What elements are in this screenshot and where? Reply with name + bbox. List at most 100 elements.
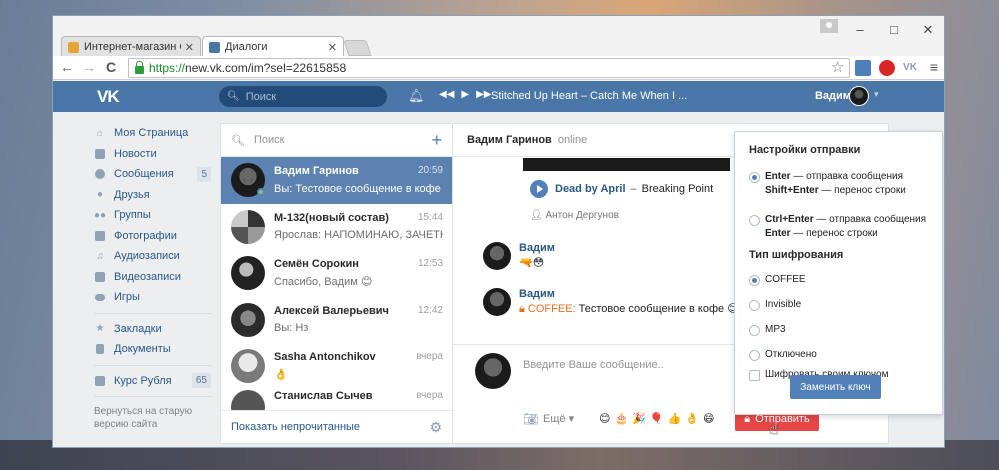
tab-chrome-store[interactable]: Интернет-магазин Chrome ✕ bbox=[61, 36, 201, 57]
sidebar-item-bookmarks[interactable]: ★ Закладки bbox=[94, 319, 211, 340]
sidebar-item-label: Курс Рубля bbox=[114, 374, 172, 387]
emoji-smile-icon[interactable]: 😊 bbox=[599, 412, 610, 425]
message-sender[interactable]: Вадим bbox=[519, 288, 739, 300]
notifications-bell-icon[interactable]: 🔔︎ bbox=[408, 88, 425, 104]
dialog-name: Станислав Сычев bbox=[274, 389, 373, 402]
sidebar-item-games[interactable]: Игры bbox=[94, 287, 211, 308]
option-text: — отправка сообщения bbox=[790, 171, 903, 182]
reload-button[interactable]: C bbox=[103, 59, 119, 75]
previous-track-icon[interactable]: ◀◀ bbox=[439, 89, 454, 100]
header-user-name[interactable]: Вадим bbox=[815, 90, 851, 102]
cipher-option-invisible[interactable]: Invisible bbox=[749, 298, 928, 312]
radio-unselected[interactable] bbox=[749, 325, 760, 336]
browser-window: Интернет-магазин Chrome ✕ Диалоги ✕ – □ … bbox=[52, 15, 945, 448]
emoji-cake-icon[interactable]: 🎂 bbox=[614, 412, 628, 425]
camera-icon bbox=[94, 230, 106, 242]
tab-label: Интернет-магазин Chrome bbox=[84, 41, 181, 53]
audio-author[interactable]: 👤︎ Антон Дергунов bbox=[530, 210, 619, 221]
send-option-enter[interactable]: Enter — отправка сообщения Shift+Enter —… bbox=[749, 170, 928, 198]
cipher-option-disabled[interactable]: Отключено bbox=[749, 348, 928, 362]
radio-selected[interactable] bbox=[749, 275, 760, 286]
sidebar-item-video[interactable]: Видеозаписи bbox=[94, 267, 211, 288]
sidebar-item-photos[interactable]: Фотографии bbox=[94, 226, 211, 247]
radio-selected[interactable] bbox=[749, 172, 760, 183]
avatar[interactable] bbox=[483, 242, 511, 270]
more-attachments-button[interactable]: Ещё ▾ bbox=[543, 412, 574, 425]
audio-title: Breaking Point bbox=[641, 183, 714, 195]
address-bar[interactable]: https:// new.vk.com/im?sel=22615858 bbox=[128, 58, 850, 78]
dialog-item[interactable]: Семён Сорокин 12:53 Спасибо, Вадим 😊 bbox=[221, 250, 452, 297]
profile-icon[interactable] bbox=[820, 19, 838, 33]
maximize-button[interactable]: □ bbox=[884, 22, 904, 37]
play-button-icon[interactable] bbox=[530, 180, 548, 198]
new-dialog-plus-icon[interactable]: + bbox=[431, 130, 442, 151]
url-scheme: https:// bbox=[149, 61, 186, 75]
dialog-item[interactable]: Алексей Валерьевич 12:42 Вы: Нз bbox=[221, 297, 452, 344]
extension-photo-icon[interactable] bbox=[855, 60, 871, 76]
dialog-preview: 👌 bbox=[274, 369, 288, 382]
emoji-balloon-icon[interactable]: 🎈 bbox=[650, 412, 664, 425]
avatar[interactable] bbox=[483, 288, 511, 316]
dialogs-search[interactable]: 🔍︎ Поиск + bbox=[221, 124, 452, 157]
radio-unselected[interactable] bbox=[749, 215, 760, 226]
cipher-option-coffee[interactable]: COFFEE bbox=[749, 273, 928, 287]
document-icon bbox=[94, 343, 106, 355]
audio-attachment[interactable]: Dead by April – Breaking Point bbox=[530, 180, 713, 198]
show-unread-link[interactable]: Показать непрочитанные bbox=[231, 421, 360, 433]
messages-icon bbox=[94, 168, 106, 180]
tab-label: Диалоги bbox=[225, 41, 268, 53]
close-window-button[interactable]: ✕ bbox=[918, 22, 938, 38]
dialog-item[interactable]: Станислав Сычев вчера bbox=[221, 389, 452, 410]
close-tab-icon[interactable]: ✕ bbox=[185, 41, 194, 54]
message-input[interactable]: Введите Ваше сообщение.. bbox=[519, 347, 744, 395]
adblock-icon[interactable] bbox=[879, 60, 895, 76]
send-option-ctrl-enter[interactable]: Ctrl+Enter — отправка сообщения Enter — … bbox=[749, 213, 928, 241]
sidebar-item-ruble-rate[interactable]: Курс Рубля 65 bbox=[94, 371, 211, 392]
own-key-checkbox[interactable] bbox=[749, 370, 760, 381]
minimize-button[interactable]: – bbox=[850, 22, 870, 37]
camera-icon[interactable]: 📷︎ bbox=[523, 412, 538, 426]
emoji-party-icon[interactable]: 🎉 bbox=[632, 412, 646, 425]
vk-logo[interactable]: VK bbox=[97, 87, 120, 107]
chevron-down-icon[interactable]: ▾ bbox=[874, 89, 879, 100]
audio-player-controls: ◀◀ ▶ ▶▶ bbox=[439, 89, 491, 100]
play-icon[interactable]: ▶ bbox=[461, 89, 469, 100]
dialog-item[interactable]: Вадим Гаринов 20:59 Вы: Тестовое сообщени… bbox=[221, 157, 452, 204]
audio-artist[interactable]: Dead by April bbox=[555, 183, 626, 195]
sidebar-item-documents[interactable]: Документы bbox=[94, 339, 211, 360]
close-tab-icon[interactable]: ✕ bbox=[328, 41, 337, 54]
old-version-link[interactable]: Вернуться на старую версию сайта bbox=[94, 405, 211, 431]
dialog-item[interactable]: Sasha Antonchikov вчера 👌 bbox=[221, 343, 452, 390]
menu-icon[interactable]: ≡ bbox=[926, 60, 942, 76]
new-tab-button[interactable] bbox=[343, 40, 372, 56]
music-icon: ♫ bbox=[96, 250, 104, 262]
emoji-thumbs-up-icon[interactable]: 👍 bbox=[668, 412, 682, 425]
search-icon: 🔍︎ bbox=[227, 91, 240, 102]
forward-button[interactable]: → bbox=[81, 59, 97, 75]
emoji-grin-icon[interactable]: 😄 bbox=[703, 412, 714, 425]
sidebar-item-news[interactable]: Новости bbox=[94, 144, 211, 165]
tab-dialogs[interactable]: Диалоги ✕ bbox=[202, 36, 344, 57]
radio-unselected[interactable] bbox=[749, 350, 760, 361]
sidebar-item-friends[interactable]: ● Друзья bbox=[94, 185, 211, 206]
sidebar-item-audio[interactable]: ♫ Аудиозаписи bbox=[94, 246, 211, 267]
message-sender[interactable]: Вадим bbox=[519, 242, 555, 254]
vk-search-input[interactable]: 🔍︎ Поиск bbox=[219, 86, 387, 107]
vk-extension-icon[interactable]: VK bbox=[902, 60, 918, 76]
replace-key-button[interactable]: Заменить ключ bbox=[790, 375, 881, 399]
gear-icon[interactable]: ⚙ bbox=[429, 419, 442, 436]
sidebar-item-groups[interactable]: ●● Группы bbox=[94, 205, 211, 226]
chat-contact-name[interactable]: Вадим Гаринов bbox=[467, 134, 552, 146]
cipher-option-mp3[interactable]: MP3 bbox=[749, 323, 928, 337]
bookmark-star-icon[interactable]: ☆ bbox=[831, 58, 844, 76]
current-track[interactable]: Stitched Up Heart – Catch Me When I ... bbox=[491, 90, 687, 102]
sidebar-item-messages[interactable]: Сообщения 5 bbox=[94, 164, 211, 185]
radio-unselected[interactable] bbox=[749, 300, 760, 311]
sidebar-item-my-page[interactable]: ⌂ Моя Страница bbox=[94, 123, 211, 144]
attached-image[interactable] bbox=[523, 158, 730, 171]
header-avatar[interactable] bbox=[849, 86, 869, 106]
next-track-icon[interactable]: ▶▶ bbox=[476, 89, 491, 100]
emoji-ok-hand-icon[interactable]: 👌 bbox=[685, 412, 699, 425]
dialog-item[interactable]: М-132(новый состав) 15:44 Ярослав: НАПОМИ… bbox=[221, 204, 452, 251]
back-button[interactable]: ← bbox=[59, 59, 75, 75]
